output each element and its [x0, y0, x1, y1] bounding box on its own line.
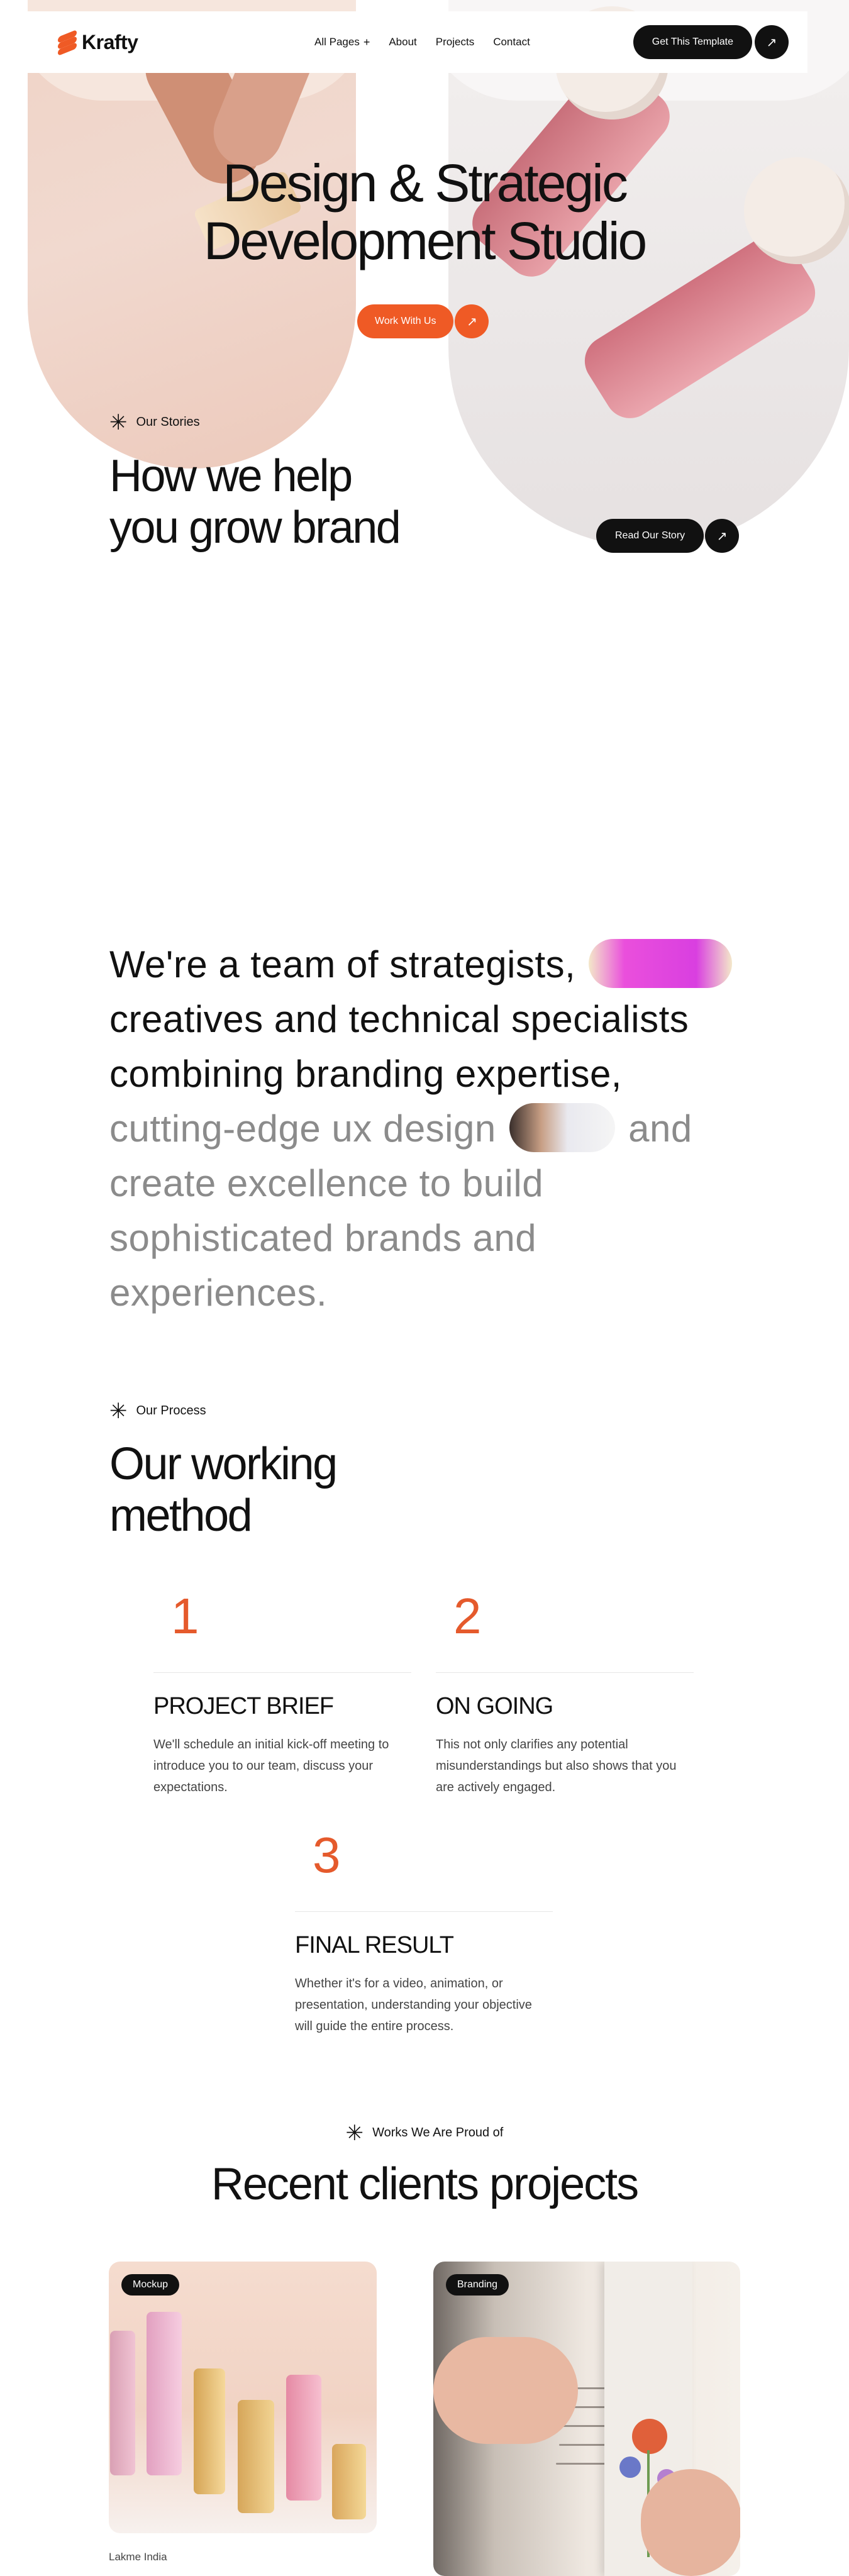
arrow-up-right-icon[interactable]: ↗	[455, 304, 489, 338]
stories-title: How we help you grow brand	[109, 450, 401, 553]
asterisk-icon: ✳	[109, 1399, 128, 1423]
lipgloss-shape	[194, 2368, 225, 2494]
get-template-button[interactable]: Get This Template	[633, 25, 752, 59]
stories-eyebrow: ✳ Our Stories	[109, 410, 200, 435]
nav-item-about[interactable]: About	[389, 36, 416, 48]
project-card-branding[interactable]: Branding	[433, 2262, 740, 2576]
step-number: 2	[453, 1588, 482, 1644]
works-eyebrow: ✳ Works We Are Proud of	[0, 2121, 849, 2145]
nav-item-label: All Pages	[314, 36, 360, 48]
lipgloss-shape	[147, 2312, 182, 2475]
inline-image-pill	[589, 939, 733, 989]
team-statement: We're a team of strategists, creatives a…	[109, 937, 745, 1320]
process-title-line2: method	[109, 1491, 253, 1541]
hero-title: Design & Strategic Development Studio	[0, 154, 849, 270]
process-step: 1 PROJECT BRIEF We'll schedule an initia…	[153, 1588, 411, 1798]
top-navigation: Krafty All Pages + About Projects Contac…	[28, 11, 807, 73]
stories-eyebrow-label: Our Stories	[136, 415, 200, 429]
stories-title-line1: How we help	[109, 451, 353, 501]
hand-shape	[433, 2337, 578, 2444]
step-description: We'll schedule an initial kick-off meeti…	[153, 1738, 389, 1794]
statement-part-1: We're a team of strategists,	[109, 943, 576, 985]
step-divider	[153, 1672, 411, 1673]
inline-image-pill	[509, 1103, 615, 1153]
lipgloss-shape	[110, 2331, 135, 2475]
statement-part-2: creatives and technical specialists comb…	[109, 998, 689, 1095]
hero-title-line2: Development Studio	[203, 211, 647, 270]
step-description: This not only clarifies any potential mi…	[436, 1738, 677, 1794]
process-title-line1: Our working	[109, 1439, 338, 1489]
step-title: FINAL RESULT	[295, 1932, 454, 1958]
process-eyebrow: ✳ Our Process	[109, 1399, 206, 1423]
hero-title-line1: Design & Strategic	[223, 153, 628, 213]
asterisk-icon: ✳	[109, 410, 128, 435]
plus-icon: +	[363, 36, 370, 48]
arrow-up-right-icon[interactable]: ↗	[705, 519, 740, 553]
project-card-lakme[interactable]: Mockup	[109, 2262, 377, 2533]
flower-shape	[619, 2457, 641, 2478]
process-eyebrow-label: Our Process	[136, 1404, 206, 1418]
nav-item-contact[interactable]: Contact	[493, 36, 530, 48]
step-title: ON GOING	[436, 1693, 553, 1719]
step-number: 3	[313, 1827, 341, 1883]
works-eyebrow-label: Works We Are Proud of	[372, 2126, 504, 2140]
process-step: 3 FINAL RESULT Whether it's for a video,…	[295, 1827, 553, 2037]
nav-item-all-pages[interactable]: All Pages +	[314, 36, 370, 48]
lipgloss-shape	[286, 2375, 321, 2501]
get-template-cta: Get This Template ↗	[633, 25, 789, 59]
flower-shape	[632, 2419, 667, 2454]
lipgloss-shape	[238, 2400, 274, 2513]
work-with-us-button[interactable]: Work With Us	[357, 304, 454, 338]
read-story-cta: Read Our Story ↗	[596, 519, 740, 553]
read-our-story-button[interactable]: Read Our Story	[596, 519, 704, 553]
hand-shape	[641, 2469, 740, 2576]
brand-name: Krafty	[82, 30, 138, 53]
step-title: PROJECT BRIEF	[153, 1693, 334, 1719]
hero-image-bottles	[448, 0, 849, 547]
step-number: 1	[171, 1588, 199, 1644]
arrow-up-right-icon[interactable]: ↗	[755, 25, 789, 59]
project-tag: Mockup	[121, 2274, 180, 2296]
process-step: 2 ON GOING This not only clarifies any p…	[436, 1588, 694, 1798]
step-divider	[295, 1911, 553, 1912]
work-with-us-cta: Work With Us ↗	[357, 304, 489, 338]
step-description: Whether it's for a video, animation, or …	[295, 1977, 532, 2033]
statement-part-3: cutting-edge ux design	[109, 1108, 496, 1150]
asterisk-icon: ✳	[345, 2121, 364, 2145]
works-title: Recent clients projects	[211, 2159, 639, 2209]
hero-section: Krafty All Pages + About Projects Contac…	[0, 0, 849, 566]
nav-links: All Pages + About Projects Contact	[314, 11, 530, 73]
nav-item-projects[interactable]: Projects	[436, 36, 474, 48]
process-title: Our working method	[109, 1438, 338, 1541]
step-divider	[436, 1672, 694, 1673]
works-eyebrow-inner: ✳ Works We Are Proud of	[345, 2121, 504, 2145]
brand-logo[interactable]: Krafty	[58, 29, 138, 57]
lipgloss-shape	[332, 2444, 366, 2519]
project-tag: Branding	[446, 2274, 509, 2296]
logo-icon	[58, 29, 77, 57]
project-caption: Lakme India	[109, 2551, 167, 2563]
stories-title-line2: you grow brand	[109, 502, 401, 553]
